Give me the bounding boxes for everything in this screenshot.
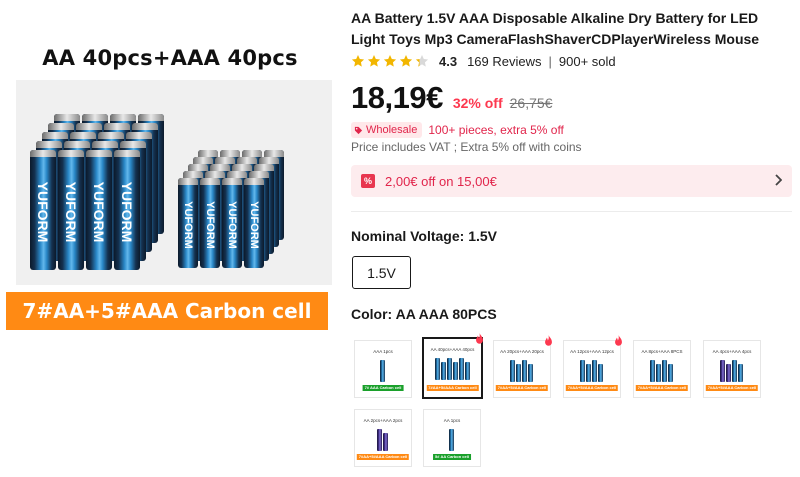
- color-option[interactable]: AA 1pcs 5# AA Carbon cell: [423, 409, 481, 467]
- battery: YUFORM: [58, 150, 84, 270]
- fire-icon: [476, 333, 483, 344]
- color-option-batteries: [380, 360, 386, 382]
- wholesale-badge-label: Wholesale: [366, 124, 418, 136]
- wholesale-badge: Wholesale: [351, 122, 423, 138]
- voltage-label: Nominal Voltage: 1.5V: [351, 228, 497, 244]
- star-icon: [415, 55, 429, 67]
- color-option[interactable]: AA 40pcs+AAA 40pcs 7#AA+5#AAA Carbon cell: [422, 333, 483, 399]
- color-option-title: AA 4pcs+AAA 4pcs: [712, 349, 752, 354]
- battery-brand-label: YUFORM: [204, 200, 216, 249]
- current-price: 18,19€: [351, 80, 443, 115]
- product-title: AA Battery 1.5V AAA Disposable Alkaline …: [351, 10, 760, 47]
- color-option[interactable]: AA 20pcs+AAA 20pcs 7#AA+5#AAA Carbon cell: [493, 335, 552, 398]
- battery: YUFORM: [244, 178, 264, 268]
- color-option-caption: 7#AA+5#AAA Carbon cell: [705, 385, 759, 391]
- battery-brand-label: YUFORM: [63, 182, 79, 243]
- product-main-image[interactable]: AA 40pcs+AAA 40pcs YUFORM YUFORM YUFORM YUF…: [0, 0, 340, 340]
- color-option-title: AA 8pcs+AAA 8PCS: [641, 349, 683, 354]
- star-icon: [399, 55, 413, 67]
- battery: YUFORM: [30, 150, 56, 270]
- color-option-caption: 7#AA+5#AAA Carbon cell: [426, 385, 479, 391]
- color-option-batteries: [510, 360, 534, 382]
- image-caption: AA 40pcs+AAA 40pcs: [42, 46, 298, 70]
- color-option-caption: 5# AA Carbon cell: [433, 454, 471, 460]
- color-option-title: AA 1pcs: [443, 418, 461, 423]
- color-option-caption: 7# AAA Carbon cell: [362, 385, 404, 391]
- color-label: Color: AA AAA 80PCS: [351, 306, 497, 322]
- original-price: 26,75€: [509, 95, 553, 111]
- battery-brand-label: YUFORM: [119, 182, 135, 243]
- star-rating: [351, 54, 431, 68]
- color-option-title: AA 12pcs+AAA 12pcs: [570, 349, 614, 354]
- discount-badge: 32% off: [452, 95, 503, 111]
- tag-icon: [354, 126, 363, 134]
- divider: [351, 211, 792, 212]
- color-option-batteries: [580, 360, 604, 382]
- color-option[interactable]: AA 8pcs+AAA 8PCS 7#AA+5#AAA Carbon cell: [633, 340, 691, 398]
- color-option-batteries: [449, 429, 455, 451]
- color-option-caption: 7#AA+5#AAA Carbon cell: [565, 385, 619, 391]
- color-option-batteries: [434, 358, 471, 380]
- fire-icon: [545, 335, 552, 346]
- wholesale-text: 100+ pieces, extra 5% off: [428, 123, 564, 137]
- color-option-title: AA 2pcs+AAA 2pcs: [363, 418, 403, 423]
- coupon-banner[interactable]: % 2,00€ off on 15,00€: [351, 165, 792, 197]
- coupon-icon: %: [361, 174, 375, 188]
- color-option[interactable]: AA 12pcs+AAA 12pcs 7#AA+5#AAA Carbon cell: [563, 335, 622, 398]
- battery: YUFORM: [114, 150, 140, 270]
- battery: YUFORM: [200, 178, 220, 268]
- star-icon: [383, 55, 397, 67]
- color-option[interactable]: AAA 1pcs 7# AAA Carbon cell: [354, 340, 412, 398]
- coupon-text: 2,00€ off on 15,00€: [385, 173, 497, 189]
- separator: |: [548, 53, 552, 69]
- battery-brand-label: YUFORM: [182, 200, 194, 249]
- color-option-title: AA 20pcs+AAA 20pcs: [500, 349, 544, 354]
- color-option-batteries: [650, 360, 674, 382]
- wholesale-row: Wholesale 100+ pieces, extra 5% off: [351, 122, 564, 138]
- battery-brand-label: YUFORM: [35, 182, 51, 243]
- color-option-title: AA 40pcs+AAA 40pcs: [430, 347, 475, 352]
- color-option-batteries: [377, 429, 389, 451]
- battery-brand-label: YUFORM: [226, 200, 238, 249]
- color-option-caption: 7#AA+5#AAA Carbon cell: [635, 385, 689, 391]
- battery-brand-label: YUFORM: [91, 182, 107, 243]
- color-option-title: AAA 1pcs: [373, 349, 393, 354]
- star-icon: [351, 55, 365, 67]
- battery-brand-label: YUFORM: [248, 200, 260, 249]
- battery: YUFORM: [178, 178, 198, 268]
- chevron-right-icon: [774, 173, 783, 189]
- battery: YUFORM: [86, 150, 112, 270]
- price-row: 18,19€ 32% off 26,75€: [351, 80, 552, 116]
- reviews-link[interactable]: 169 Reviews: [467, 54, 541, 69]
- fire-icon: [615, 335, 622, 346]
- color-option[interactable]: AA 2pcs+AAA 2pcs 7#AA+5#AAA Carbon cell: [354, 409, 412, 467]
- color-option-caption: 7#AA+5#AAA Carbon cell: [356, 454, 410, 460]
- rating-row: 4.3 169 Reviews | 900+ sold: [351, 52, 616, 70]
- voltage-option-1-5v[interactable]: 1.5V: [352, 256, 411, 289]
- color-option[interactable]: AA 4pcs+AAA 4pcs 7#AA+5#AAA Carbon cell: [703, 340, 761, 398]
- rating-score: 4.3: [439, 53, 458, 69]
- sold-count: 900+ sold: [558, 53, 616, 69]
- vat-note: Price includes VAT ; Extra 5% off with c…: [351, 140, 582, 154]
- star-icon: [367, 55, 381, 67]
- battery: YUFORM: [222, 178, 242, 268]
- image-banner: 7#AA+5#AAA Carbon cell: [6, 292, 328, 330]
- color-option-batteries: [720, 360, 744, 382]
- color-option-caption: 7#AA+5#AAA Carbon cell: [495, 385, 549, 391]
